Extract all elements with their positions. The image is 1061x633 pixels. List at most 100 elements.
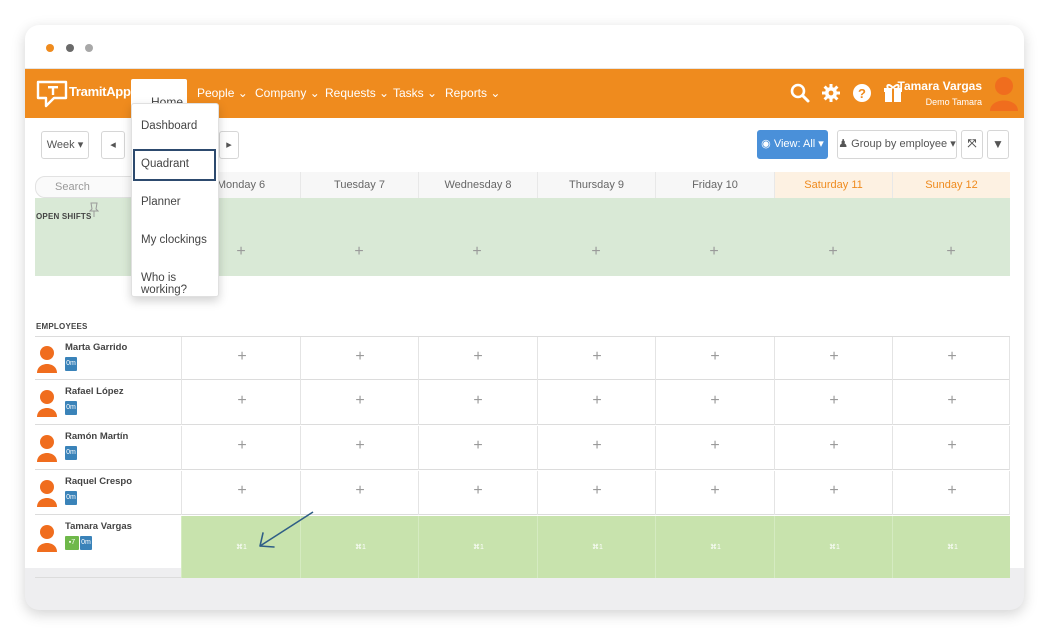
window-dot-close[interactable] (46, 44, 54, 52)
shift-cell[interactable]: + (892, 381, 1010, 425)
nav-people[interactable]: People ⌄ (197, 86, 248, 100)
prev-week-button[interactable]: ◂ (101, 131, 125, 159)
shift-cell[interactable]: ⌘1 (300, 516, 418, 578)
add-shift-button[interactable]: + (942, 392, 962, 410)
add-open-shift-monday[interactable]: + (231, 243, 251, 261)
add-open-shift-saturday[interactable]: + (823, 243, 843, 261)
shift-cell[interactable]: + (774, 337, 892, 381)
add-shift-button[interactable]: + (705, 482, 725, 500)
add-shift-button[interactable]: + (232, 482, 252, 500)
next-week-button[interactable]: ▸ (219, 131, 239, 159)
menu-item-dashboard[interactable]: Dashboard (141, 120, 197, 132)
shift-cell[interactable]: ⌘1 (892, 516, 1010, 578)
gear-icon[interactable] (820, 82, 842, 104)
search-icon[interactable] (789, 82, 811, 104)
nav-reports[interactable]: Reports ⌄ (445, 86, 500, 100)
menu-item-who-is-working[interactable]: Who is working? (141, 272, 218, 296)
add-shift-button[interactable]: + (824, 482, 844, 500)
shift-cell[interactable]: + (655, 337, 774, 381)
shift-cell[interactable]: ⌘1 (537, 516, 655, 578)
shift-cell[interactable]: + (892, 426, 1010, 470)
shift-cell[interactable]: + (537, 337, 655, 381)
window-dot-minimize[interactable] (66, 44, 74, 52)
add-shift-button[interactable]: + (350, 392, 370, 410)
shift-cell[interactable]: + (181, 381, 300, 425)
shift-cell[interactable]: + (655, 426, 774, 470)
tramitapp-logo[interactable]: TramitApp (35, 77, 131, 109)
menu-item-planner[interactable]: Planner (141, 196, 181, 208)
add-shift-button[interactable]: + (705, 437, 725, 455)
add-shift-button[interactable]: + (468, 482, 488, 500)
shift-cell[interactable]: + (418, 426, 537, 470)
shift-cell[interactable]: + (774, 426, 892, 470)
add-shift-button[interactable]: + (824, 437, 844, 455)
nav-company[interactable]: Company ⌄ (255, 86, 320, 100)
add-shift-button[interactable]: + (350, 348, 370, 366)
period-select[interactable]: Week ▾ (41, 131, 89, 159)
filter-button[interactable]: ▼ (987, 130, 1009, 159)
shift-cell[interactable]: ⌘1 (774, 516, 892, 578)
add-shift-button[interactable]: + (587, 392, 607, 410)
shift-cell[interactable]: + (537, 381, 655, 425)
add-shift-button[interactable]: + (587, 437, 607, 455)
user-avatar-icon[interactable] (990, 75, 1018, 111)
shift-cell[interactable]: + (300, 471, 418, 515)
shift-cell[interactable]: + (300, 426, 418, 470)
employee-name[interactable]: Rafael López (65, 386, 124, 397)
view-all-button[interactable]: ◉ View: All ▾ (757, 130, 828, 159)
add-shift-button[interactable]: + (350, 482, 370, 500)
pin-icon[interactable] (89, 202, 99, 218)
employee-name[interactable]: Raquel Crespo (65, 476, 132, 487)
add-shift-button[interactable]: + (587, 348, 607, 366)
add-shift-button[interactable]: + (468, 392, 488, 410)
shift-cell[interactable]: + (892, 471, 1010, 515)
add-shift-button[interactable]: + (468, 437, 488, 455)
menu-item-my-clockings[interactable]: My clockings (141, 234, 207, 246)
shift-cell[interactable]: + (418, 471, 537, 515)
shift-cell[interactable]: ⌘1 (655, 516, 774, 578)
expand-button[interactable]: ⤧ (961, 130, 983, 159)
add-open-shift-wednesday[interactable]: + (467, 243, 487, 261)
user-name[interactable]: Tamara Vargas (898, 79, 983, 93)
shift-cell[interactable]: + (655, 471, 774, 515)
add-open-shift-tuesday[interactable]: + (349, 243, 369, 261)
shift-cell[interactable]: + (892, 337, 1010, 381)
nav-tasks[interactable]: Tasks ⌄ (393, 86, 437, 100)
add-shift-button[interactable]: + (824, 392, 844, 410)
help-icon[interactable]: ? (851, 82, 873, 104)
shift-cell[interactable]: + (774, 471, 892, 515)
add-shift-button[interactable]: + (824, 348, 844, 366)
shift-cell[interactable]: + (300, 337, 418, 381)
shift-cell[interactable]: + (537, 471, 655, 515)
shift-cell[interactable]: + (537, 426, 655, 470)
shift-cell[interactable]: + (418, 381, 537, 425)
menu-item-quadrant[interactable]: Quadrant (141, 158, 189, 170)
add-shift-button[interactable]: + (232, 437, 252, 455)
add-shift-button[interactable]: + (705, 348, 725, 366)
window-dot-maximize[interactable] (85, 44, 93, 52)
add-shift-button[interactable]: + (705, 392, 725, 410)
add-open-shift-thursday[interactable]: + (586, 243, 606, 261)
add-shift-button[interactable]: + (942, 348, 962, 366)
nav-requests[interactable]: Requests ⌄ (325, 86, 389, 100)
shift-cell[interactable]: + (181, 426, 300, 470)
add-shift-button[interactable]: + (468, 348, 488, 366)
add-shift-button[interactable]: + (232, 348, 252, 366)
add-shift-button[interactable]: + (942, 482, 962, 500)
shift-cell[interactable]: + (181, 337, 300, 381)
add-shift-button[interactable]: + (587, 482, 607, 500)
employee-name[interactable]: Tamara Vargas (65, 521, 132, 532)
add-shift-button[interactable]: + (232, 392, 252, 410)
shift-cell[interactable]: + (300, 381, 418, 425)
shift-cell[interactable]: + (418, 337, 537, 381)
add-shift-button[interactable]: + (350, 437, 370, 455)
add-open-shift-sunday[interactable]: + (941, 243, 961, 261)
shift-cell[interactable]: + (655, 381, 774, 425)
shift-cell[interactable]: ⌘1 (418, 516, 537, 578)
group-by-button[interactable]: ♟ Group by employee ▾ (837, 130, 957, 159)
add-open-shift-friday[interactable]: + (704, 243, 724, 261)
employee-name[interactable]: Ramón Martín (65, 431, 128, 442)
shift-cell[interactable]: + (774, 381, 892, 425)
employee-name[interactable]: Marta Garrido (65, 342, 127, 353)
add-shift-button[interactable]: + (942, 437, 962, 455)
